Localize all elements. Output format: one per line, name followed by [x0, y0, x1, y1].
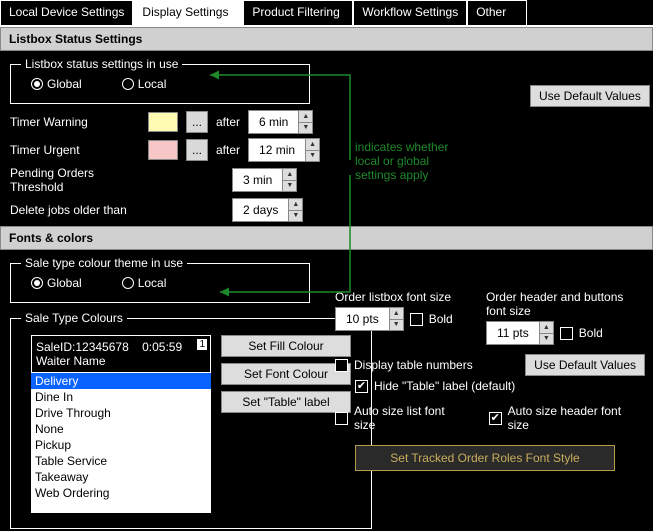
fonts-colors-header: Fonts & colors [0, 226, 653, 250]
bold-label: Bold [429, 312, 453, 326]
timer-urgent-spinner[interactable]: 12 min ▲▼ [248, 138, 320, 162]
listbox-bold-checkbox[interactable] [410, 313, 423, 326]
pending-orders-value: 3 min [233, 169, 282, 191]
pending-orders-spinner[interactable]: 3 min ▲▼ [232, 168, 297, 192]
hide-table-label-label: Hide "Table" label (default) [374, 379, 515, 393]
display-table-numbers-label: Display table numbers [354, 358, 473, 372]
list-item[interactable]: Drive Through [31, 405, 211, 421]
after-label: after [216, 115, 240, 129]
order-header-font-label: Order header and buttons font size [486, 290, 645, 318]
header-font-value: 11 pts [487, 322, 539, 344]
spinner-down-icon[interactable]: ▼ [282, 181, 296, 192]
radio-global-theme-label: Global [47, 276, 82, 290]
tab-product-filtering[interactable]: Product Filtering [243, 0, 353, 25]
radio-local-label: Local [138, 77, 167, 91]
delete-jobs-spinner[interactable]: 2 days ▲▼ [232, 198, 303, 222]
bold-label: Bold [579, 326, 603, 340]
auto-size-list-label: Auto size list font size [354, 404, 469, 432]
radio-local-theme-label: Local [138, 276, 167, 290]
timer-warning-color-picker[interactable]: ... [186, 111, 208, 133]
delete-jobs-value: 2 days [233, 199, 288, 221]
timer-warning-spinner[interactable]: 6 min ▲▼ [248, 110, 313, 134]
list-item[interactable]: Dine In [31, 389, 211, 405]
timer-urgent-color[interactable] [148, 140, 178, 160]
radio-dot-icon [31, 78, 43, 90]
radio-global-label: Global [47, 77, 82, 91]
radio-dot-icon [122, 277, 134, 289]
sample-badge: 1 [196, 338, 208, 351]
tab-workflow-settings[interactable]: Workflow Settings [353, 0, 467, 25]
spinner-up-icon[interactable]: ▲ [539, 322, 553, 334]
sale-type-theme-fieldset: Sale type colour theme in use Global Loc… [10, 256, 310, 303]
display-table-numbers-checkbox[interactable] [335, 359, 348, 372]
timer-warning-value: 6 min [249, 111, 298, 133]
radio-local-status[interactable]: Local [122, 77, 167, 91]
list-item[interactable]: None [31, 421, 211, 437]
tab-other[interactable]: Other [467, 0, 527, 25]
spinner-up-icon[interactable]: ▲ [288, 199, 302, 211]
list-item[interactable]: Pickup [31, 437, 211, 453]
spinner-up-icon[interactable]: ▲ [282, 169, 296, 181]
radio-dot-icon [122, 78, 134, 90]
list-item[interactable]: Web Ordering [31, 485, 211, 501]
annotation-text: indicates whether local or global settin… [355, 140, 448, 182]
spinner-down-icon[interactable]: ▼ [298, 123, 312, 134]
after-label: after [216, 143, 240, 157]
delete-jobs-label: Delete jobs older than [10, 203, 140, 217]
timer-urgent-color-picker[interactable]: ... [186, 139, 208, 161]
timer-warning-color[interactable] [148, 112, 178, 132]
radio-global-theme[interactable]: Global [31, 276, 82, 290]
pending-orders-label: Pending Orders Threshold [10, 166, 140, 194]
listbox-font-value: 10 pts [336, 308, 389, 330]
list-item[interactable]: Delivery [31, 373, 211, 389]
listbox-status-fieldset: Listbox status settings in use Global Lo… [10, 57, 310, 104]
radio-global-status[interactable]: Global [31, 77, 82, 91]
use-default-values-button[interactable]: Use Default Values [530, 85, 650, 107]
spinner-down-icon[interactable]: ▼ [539, 334, 553, 345]
spinner-down-icon[interactable]: ▼ [288, 211, 302, 222]
tab-local-device[interactable]: Local Device Settings [0, 0, 133, 25]
set-table-label-button[interactable]: Set "Table" label [221, 391, 351, 413]
spinner-up-icon[interactable]: ▲ [298, 111, 312, 123]
spinner-up-icon[interactable]: ▲ [389, 308, 403, 320]
hide-table-label-checkbox[interactable] [355, 380, 368, 393]
sample-sale-id: SaleID:12345678 [36, 340, 129, 354]
sale-type-colours-legend: Sale Type Colours [21, 311, 127, 325]
header-font-spinner[interactable]: 11 pts ▲▼ [486, 321, 554, 345]
sale-type-list[interactable]: DeliveryDine InDrive ThroughNonePickupTa… [31, 373, 211, 513]
sample-waiter: Waiter Name [36, 354, 106, 368]
radio-dot-icon [31, 277, 43, 289]
tab-display-settings[interactable]: Display Settings [133, 0, 243, 25]
spinner-down-icon[interactable]: ▼ [305, 151, 319, 162]
set-font-colour-button[interactable]: Set Font Colour [221, 363, 351, 385]
listbox-font-spinner[interactable]: 10 pts ▲▼ [335, 307, 404, 331]
auto-size-list-checkbox[interactable] [335, 412, 348, 425]
sale-type-theme-legend: Sale type colour theme in use [21, 256, 187, 270]
tab-bar: Local Device Settings Display Settings P… [0, 0, 653, 27]
sample-order-preview: 1 SaleID:12345678 0:05:59 Waiter Name [31, 335, 211, 373]
order-listbox-font-label: Order listbox font size [335, 290, 466, 304]
font-settings-panel: Order listbox font size 10 pts ▲▼ Bold O… [335, 290, 645, 471]
timer-urgent-value: 12 min [249, 139, 305, 161]
spinner-up-icon[interactable]: ▲ [305, 139, 319, 151]
list-item[interactable]: Table Service [31, 453, 211, 469]
auto-size-header-label: Auto size header font size [508, 404, 645, 432]
spinner-down-icon[interactable]: ▼ [389, 320, 403, 331]
listbox-status-legend: Listbox status settings in use [21, 57, 182, 71]
timer-urgent-label: Timer Urgent [10, 143, 140, 157]
listbox-status-header: Listbox Status Settings [0, 27, 653, 51]
sale-type-colours-fieldset: Sale Type Colours 1 SaleID:12345678 0:05… [10, 311, 372, 529]
auto-size-header-checkbox[interactable] [489, 412, 502, 425]
sample-time: 0:05:59 [142, 340, 182, 354]
tracked-order-roles-button[interactable]: Set Tracked Order Roles Font Style [355, 445, 615, 471]
list-item[interactable]: Takeaway [31, 469, 211, 485]
set-fill-colour-button[interactable]: Set Fill Colour [221, 335, 351, 357]
timer-warning-label: Timer Warning [10, 115, 140, 129]
use-default-values-fonts-button[interactable]: Use Default Values [525, 354, 645, 376]
header-bold-checkbox[interactable] [560, 327, 573, 340]
radio-local-theme[interactable]: Local [122, 276, 167, 290]
